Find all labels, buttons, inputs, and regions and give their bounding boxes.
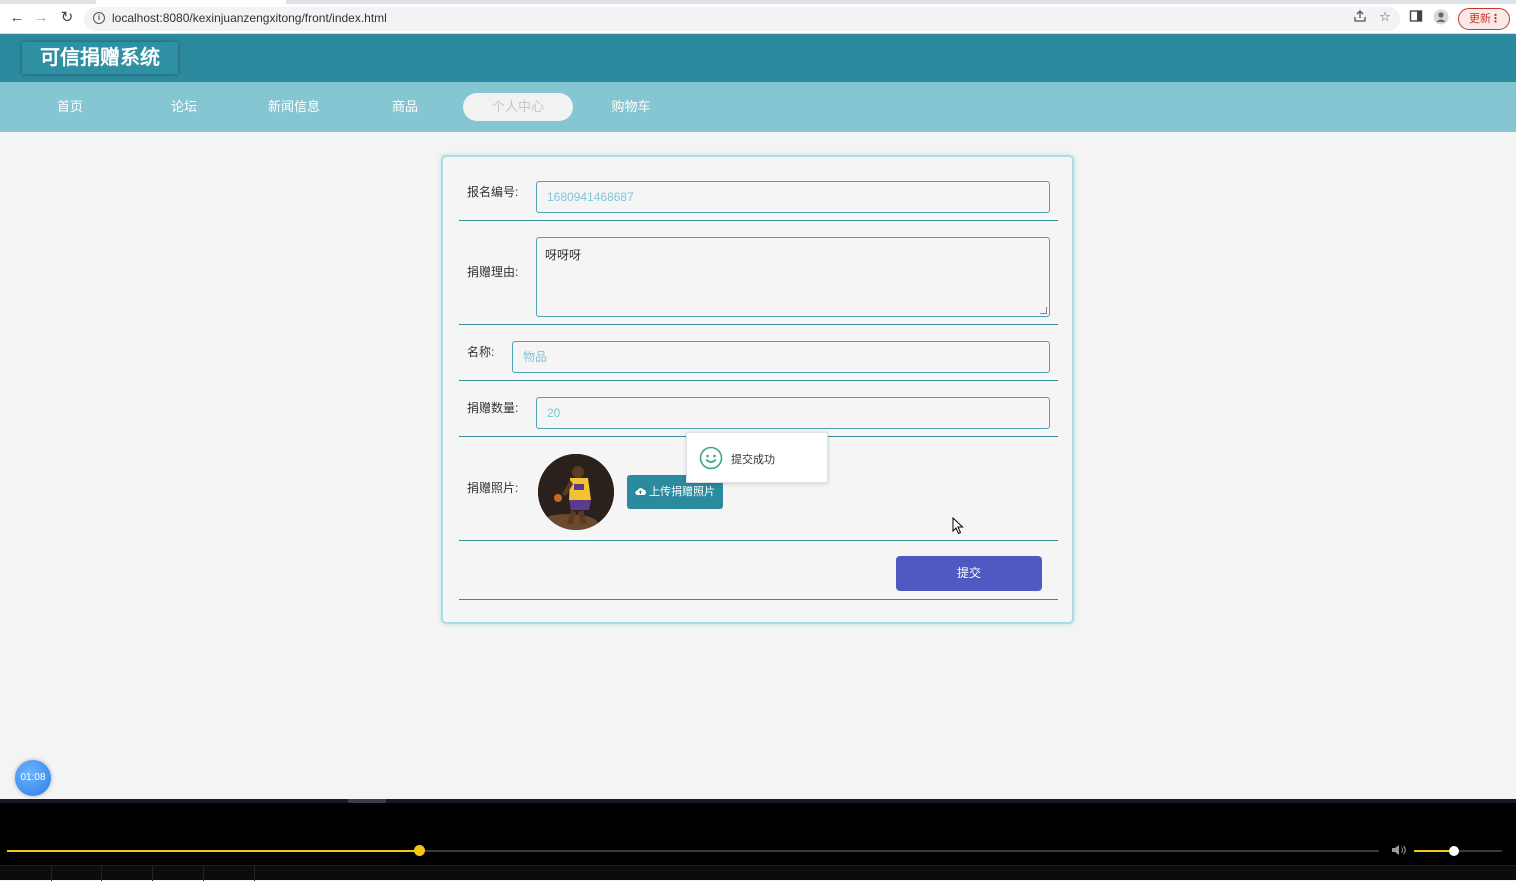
share-icon[interactable] xyxy=(1352,9,1368,25)
nav-item-home[interactable]: 首页 xyxy=(15,93,125,121)
donation-form: 报名编号: 1680941468687 捐赠理由: 呀呀呀 名称: 物品 捐赠数… xyxy=(441,155,1074,624)
reason-label: 捐赠理由: xyxy=(467,265,519,279)
row-divider xyxy=(459,220,1058,221)
active-tab[interactable] xyxy=(96,0,286,4)
player-bottom-row xyxy=(0,865,1516,881)
reason-text: 呀呀呀 xyxy=(545,248,582,262)
name-field[interactable]: 物品 xyxy=(512,341,1050,373)
reg-no-label: 报名编号: xyxy=(467,185,519,199)
progress-slider[interactable] xyxy=(7,845,1379,856)
photo-label: 捐赠照片: xyxy=(467,481,519,495)
smile-icon xyxy=(699,446,723,470)
resize-handle[interactable] xyxy=(1040,307,1047,314)
name-label: 名称: xyxy=(467,345,495,359)
donation-photo xyxy=(538,454,614,530)
update-label: 更新 xyxy=(1469,13,1491,25)
row-divider xyxy=(459,540,1058,541)
progress-fill xyxy=(7,850,419,852)
volume-fill xyxy=(1414,850,1454,852)
upload-photo-label: 上传捐赠照片 xyxy=(649,486,716,498)
bookmark-star-icon[interactable]: ☆ xyxy=(1377,9,1393,25)
player-cell xyxy=(203,866,255,881)
volume-knob[interactable] xyxy=(1448,846,1459,856)
player-cell xyxy=(0,866,52,881)
row-divider xyxy=(459,324,1058,325)
nav-item-products[interactable]: 商品 xyxy=(350,93,460,121)
reload-icon[interactable]: ↻ xyxy=(58,9,76,27)
side-panel-icon[interactable] xyxy=(1408,9,1424,25)
mouse-cursor-icon xyxy=(952,517,964,535)
player-cell xyxy=(101,866,153,881)
main-nav: 首页 论坛 新闻信息 商品 个人中心 购物车 xyxy=(0,82,1516,132)
strip-segment xyxy=(348,799,386,803)
reason-textarea[interactable]: 呀呀呀 xyxy=(536,237,1050,317)
address-bar[interactable]: i localhost:8080/kexinjuanzengxitong/fro… xyxy=(84,7,1400,31)
row-divider xyxy=(459,599,1058,600)
success-toast: 提交成功 xyxy=(686,432,828,483)
player-cell xyxy=(152,866,204,881)
nav-item-news[interactable]: 新闻信息 xyxy=(239,93,349,121)
browser-toolbar: ← → ↻ i localhost:8080/kexinjuanzengxito… xyxy=(0,0,1516,34)
site-info-icon[interactable]: i xyxy=(93,12,105,24)
nav-item-personal-center[interactable]: 个人中心 xyxy=(463,93,573,121)
video-player-bar xyxy=(0,799,1516,881)
player-cell xyxy=(50,866,102,881)
volume-slider[interactable] xyxy=(1414,846,1502,856)
tab-strip xyxy=(0,0,1516,4)
forward-icon[interactable]: → xyxy=(32,9,50,27)
address-url[interactable]: localhost:8080/kexinjuanzengxitong/front… xyxy=(112,11,387,25)
site-title: 可信捐赠系统 xyxy=(22,42,178,74)
menu-dots-icon[interactable]: ⋮ xyxy=(1490,9,1501,29)
back-icon[interactable]: ← xyxy=(8,9,26,27)
submit-button[interactable]: 提交 xyxy=(896,556,1042,591)
progress-knob[interactable] xyxy=(413,845,425,856)
row-divider xyxy=(459,380,1058,381)
qty-field[interactable]: 20 xyxy=(536,397,1050,429)
site-header: 可信捐赠系统 xyxy=(0,34,1516,82)
reg-no-field[interactable]: 1680941468687 xyxy=(536,181,1050,213)
nav-item-forum[interactable]: 论坛 xyxy=(129,93,239,121)
player-top-strip xyxy=(0,799,1516,803)
volume-icon[interactable] xyxy=(1391,843,1407,857)
update-button[interactable]: 更新 ⋮ xyxy=(1458,8,1510,30)
nav-item-cart[interactable]: 购物车 xyxy=(576,93,686,121)
toast-message: 提交成功 xyxy=(731,454,775,466)
profile-avatar-icon[interactable] xyxy=(1433,9,1449,25)
qty-label: 捐赠数量: xyxy=(467,401,519,415)
recording-timer[interactable]: 01:08 xyxy=(15,760,51,796)
cloud-upload-icon xyxy=(635,488,647,495)
